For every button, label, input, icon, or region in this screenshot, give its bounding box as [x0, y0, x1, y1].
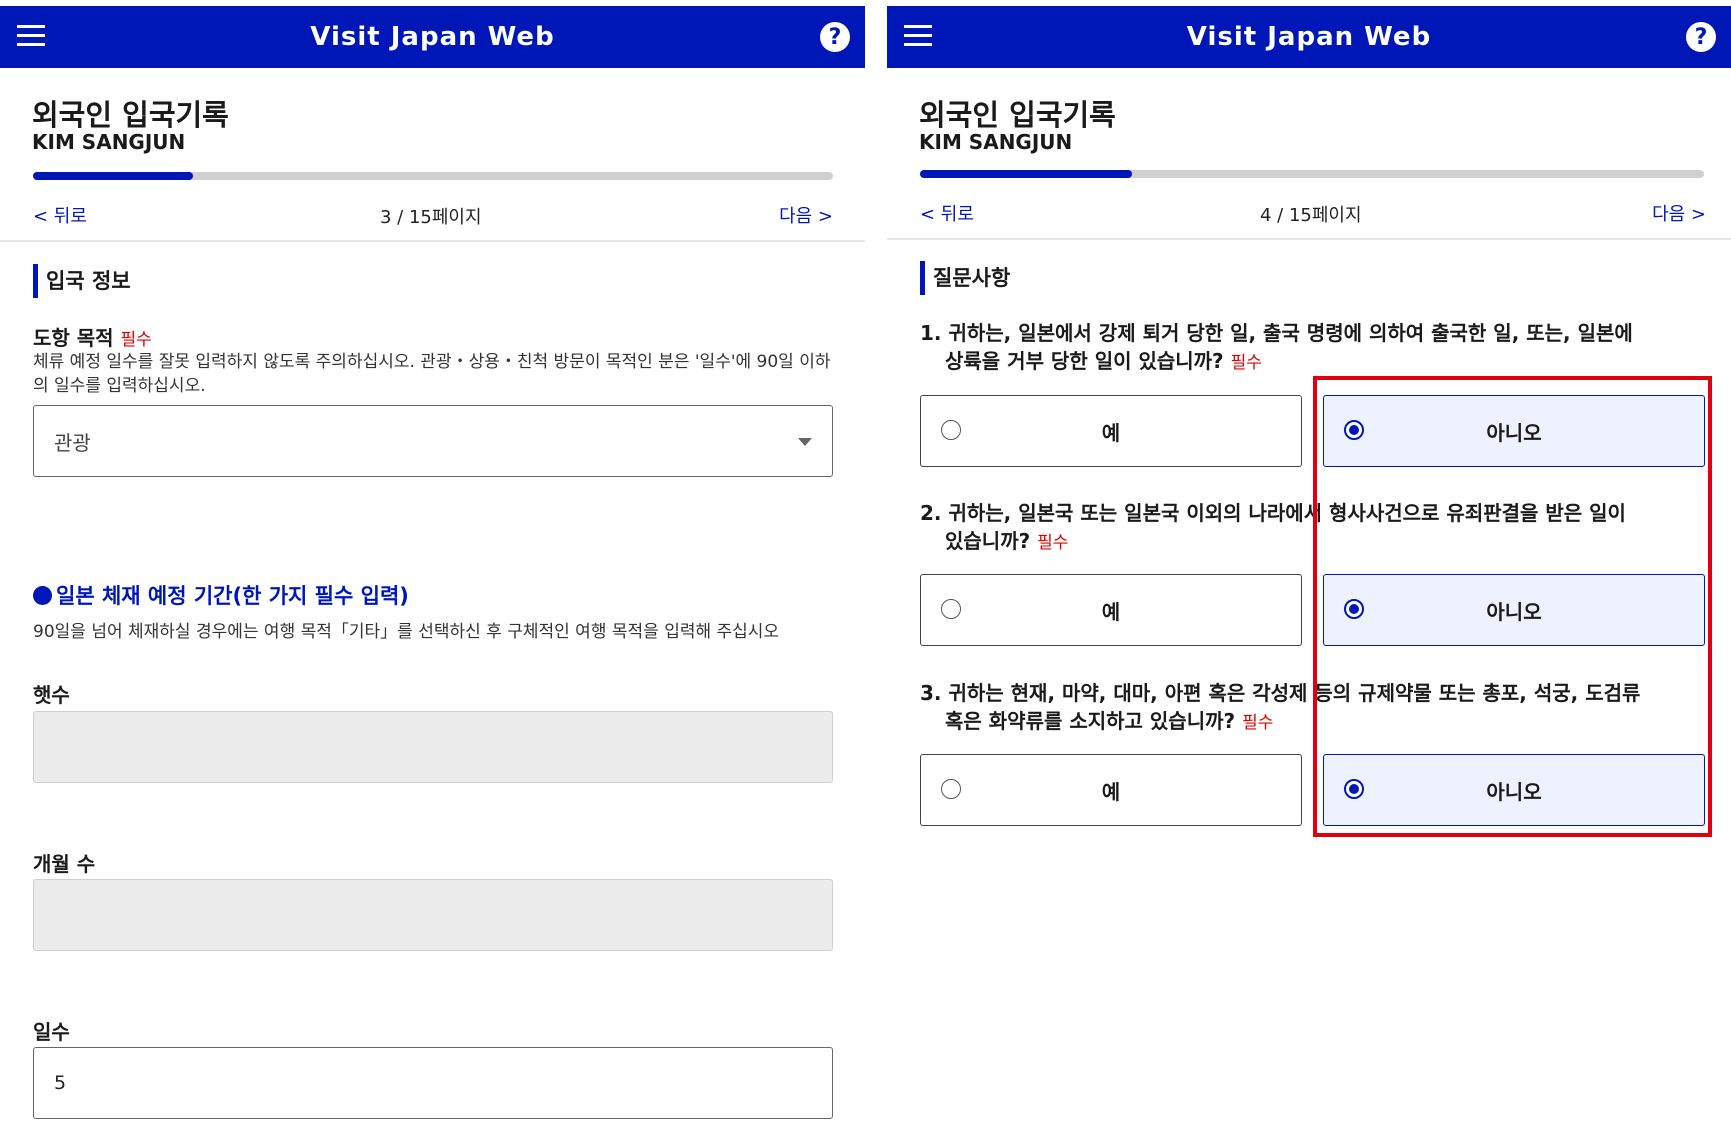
question-1-text-line2: 상륙을 거부 당한 일이 있습니까?	[945, 349, 1224, 373]
q2-yes-option[interactable]: 예	[920, 574, 1302, 646]
question-1-text-cont: 상륙을 거부 당한 일이 있습니까? 필수	[920, 347, 1700, 377]
days-input[interactable]: 5	[33, 1047, 833, 1119]
divider	[887, 238, 1731, 240]
q3-yes-label: 예	[1101, 779, 1121, 804]
question-3: 3. 귀하는 현재, 마약, 대마, 아편 혹은 각성제 등의 규제약물 또는 …	[920, 679, 1700, 737]
chevron-down-icon	[798, 438, 812, 446]
q1-no-option[interactable]: 아니오	[1323, 395, 1705, 467]
next-link[interactable]: 다음 >	[779, 202, 833, 228]
app-header: Visit Japan Web ?	[887, 6, 1731, 68]
purpose-label: 도항 목적 필수	[33, 322, 152, 351]
q3-no-option[interactable]: 아니오	[1323, 754, 1705, 826]
progress-fill	[920, 170, 1132, 178]
q1-no-label: 아니오	[1486, 420, 1542, 445]
required-badge: 필수	[1230, 353, 1262, 373]
bullet-icon	[33, 585, 52, 605]
app-title: Visit Japan Web	[1186, 22, 1432, 52]
page-indicator: 3 / 15페이지	[380, 207, 482, 228]
question-1: 1. 귀하는, 일본에서 강제 퇴거 당한 일, 출국 명령에 의하여 출국한 …	[920, 319, 1700, 377]
purpose-label-text: 도항 목적	[33, 326, 114, 350]
question-3-text-line2: 혹은 화약류를 소지하고 있습니까?	[945, 709, 1236, 733]
back-link[interactable]: < 뒤로	[920, 200, 974, 226]
help-icon[interactable]: ?	[820, 22, 850, 52]
months-label: 개월 수	[33, 852, 96, 876]
required-badge: 필수	[1037, 533, 1069, 553]
q2-yes-label: 예	[1101, 599, 1121, 624]
purpose-help: 체류 예정 일수를 잘못 입력하지 않도록 주의하십시오. 관광・상용・친척 방…	[33, 352, 831, 396]
page-indicator: 4 / 15페이지	[1260, 205, 1362, 226]
question-1-text: 1. 귀하는, 일본에서 강제 퇴거 당한 일, 출국 명령에 의하여 출국한 …	[920, 321, 1633, 345]
next-link[interactable]: 다음 >	[1652, 200, 1706, 226]
days-label: 일수	[33, 1020, 70, 1044]
divider	[0, 240, 865, 242]
help-icon[interactable]: ?	[1686, 22, 1716, 52]
q3-no-label: 아니오	[1486, 779, 1542, 804]
question-2: 2. 귀하는, 일본국 또는 일본국 이외의 나라에서 형사사건으로 유죄판결을…	[920, 499, 1700, 557]
section-heading: 입국 정보	[33, 264, 131, 298]
hamburger-menu-icon[interactable]	[17, 25, 45, 47]
q2-no-option[interactable]: 아니오	[1323, 574, 1705, 646]
question-2-text: 2. 귀하는, 일본국 또는 일본국 이외의 나라에서 형사사건으로 유죄판결을…	[920, 501, 1626, 525]
hamburger-menu-icon[interactable]	[904, 25, 932, 47]
stay-help: 90일을 넘어 체재하실 경우에는 여행 목적「기타」를 선택하신 후 구체적인…	[33, 622, 780, 642]
user-name: KIM SANGJUN	[919, 130, 1073, 154]
months-input[interactable]	[33, 879, 833, 951]
progress-bar	[920, 170, 1704, 178]
q1-yes-label: 예	[1101, 420, 1121, 445]
question-2-text-cont: 있습니까? 필수	[920, 527, 1700, 557]
purpose-select[interactable]: 관광	[33, 405, 833, 477]
progress-fill	[33, 172, 193, 180]
required-badge: 필수	[120, 330, 152, 350]
page-title: 외국인 입국기록	[919, 98, 1116, 132]
q1-yes-option[interactable]: 예	[920, 395, 1302, 467]
q3-yes-option[interactable]: 예	[920, 754, 1302, 826]
days-input-value: 5	[54, 1072, 67, 1094]
progress-bar	[33, 172, 833, 180]
question-3-text-cont: 혹은 화약류를 소지하고 있습니까? 필수	[920, 707, 1700, 737]
section-heading: 질문사항	[920, 261, 1010, 295]
q2-no-label: 아니오	[1486, 599, 1542, 624]
stay-period-heading-text: 일본 체재 예정 기간(한 가지 필수 입력)	[56, 584, 409, 608]
app-header: Visit Japan Web ?	[0, 6, 865, 68]
required-badge: 필수	[1242, 713, 1274, 733]
question-3-text: 3. 귀하는 현재, 마약, 대마, 아편 혹은 각성제 등의 규제약물 또는 …	[920, 681, 1641, 705]
question-2-text-line2: 있습니까?	[945, 529, 1031, 553]
right-screen: Visit Japan Web ? 외국인 입국기록 KIM SANGJUN <…	[887, 6, 1731, 836]
years-label: 햇수	[33, 683, 70, 707]
years-input[interactable]	[33, 711, 833, 783]
left-screen: Visit Japan Web ? 외국인 입국기록 KIM SANGJUN <…	[0, 6, 865, 1125]
stay-period-heading: 일본 체재 예정 기간(한 가지 필수 입력)	[33, 580, 409, 610]
back-link[interactable]: < 뒤로	[33, 202, 87, 228]
purpose-select-value: 관광	[54, 430, 91, 455]
user-name: KIM SANGJUN	[32, 130, 186, 154]
app-title: Visit Japan Web	[310, 22, 555, 52]
page-title: 외국인 입국기록	[32, 98, 229, 132]
